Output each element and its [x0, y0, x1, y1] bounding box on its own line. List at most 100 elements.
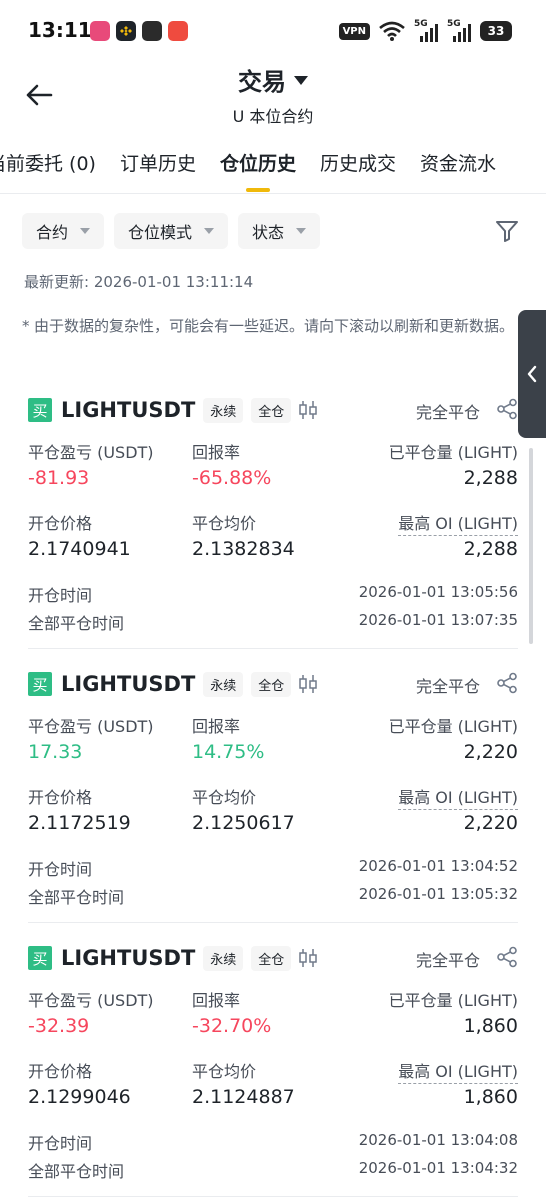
avg-close-price-value: 2.1382834 — [192, 538, 295, 560]
filter-contract[interactable]: 合约 — [22, 213, 105, 249]
scrollbar[interactable] — [529, 448, 533, 644]
share-icon[interactable] — [496, 672, 518, 694]
side-badge: 买 — [28, 398, 52, 422]
filter-icon[interactable] — [494, 218, 520, 244]
status-bar: 13:11 VPN 5G 5G 33 — [0, 0, 546, 64]
symbol[interactable]: LIGHTUSDT — [61, 672, 195, 696]
contract-type-tag: 永续 — [203, 671, 244, 697]
roi-value: 14.75% — [192, 741, 265, 763]
max-oi-label[interactable]: 最高 OI (LIGHT) — [398, 784, 518, 810]
open-time-label: 开仓时间 — [28, 586, 93, 605]
caret-down-icon — [80, 228, 91, 234]
card-header: 买 LIGHTUSDT 永续 全仓 完全平仓 — [28, 945, 518, 971]
tab-order-history[interactable]: 订单历史 — [120, 148, 196, 192]
wifi-icon — [379, 21, 405, 41]
pnl-label: 平仓盈亏 (USDT) — [28, 443, 154, 462]
max-oi-value: 2,220 — [463, 812, 518, 834]
contract-type-tag: 永续 — [203, 397, 244, 423]
roi-value: -65.88% — [192, 467, 272, 489]
divider — [28, 648, 518, 649]
pnl-label: 平仓盈亏 (USDT) — [28, 717, 154, 736]
filter-status[interactable]: 状态 — [238, 213, 321, 249]
max-oi-label[interactable]: 最高 OI (LIGHT) — [398, 1058, 518, 1084]
margin-mode-tag: 全仓 — [251, 671, 292, 697]
side-drawer-handle[interactable] — [518, 310, 546, 438]
card-header: 买 LIGHTUSDT 永续 全仓 完全平仓 — [28, 671, 518, 697]
candlestick-chart-icon[interactable] — [297, 948, 319, 968]
tab-bar: 当前委托 (0) 订单历史 仓位历史 历史成交 资金流水 — [0, 148, 496, 194]
closed-qty-value: 2,220 — [463, 741, 518, 763]
avg-close-price-value: 2.1124887 — [192, 1086, 295, 1108]
tab-position-history[interactable]: 仓位历史 — [220, 148, 296, 192]
divider — [28, 1196, 518, 1197]
pnl-label: 平仓盈亏 (USDT) — [28, 991, 154, 1010]
app-notification-icon — [142, 21, 162, 41]
filter-position-mode[interactable]: 仓位模式 — [114, 213, 229, 249]
page-header: 交易 U 本位合约 — [0, 62, 546, 127]
share-icon[interactable] — [496, 946, 518, 968]
symbol[interactable]: LIGHTUSDT — [61, 946, 195, 970]
close-status: 完全平仓 — [415, 677, 480, 696]
caret-down-icon — [294, 76, 308, 85]
max-oi-label[interactable]: 最高 OI (LIGHT) — [398, 510, 518, 536]
side-badge: 买 — [28, 946, 52, 970]
signal-icon: 5G — [447, 19, 471, 42]
roi-label: 回报率 — [192, 717, 241, 736]
open-time-label: 开仓时间 — [28, 1134, 93, 1153]
roi-value: -32.70% — [192, 1015, 272, 1037]
chevron-left-icon — [527, 365, 537, 383]
caret-down-icon — [296, 228, 307, 234]
tab-trade-history[interactable]: 历史成交 — [320, 148, 396, 192]
caret-down-icon — [204, 228, 215, 234]
entry-price-value: 2.1299046 — [28, 1086, 131, 1108]
pnl-value: -81.93 — [28, 467, 90, 489]
margin-mode-tag: 全仓 — [251, 945, 292, 971]
close-time-value: 2026-01-01 13:04:32 — [358, 1159, 518, 1177]
closed-qty-value: 2,288 — [463, 467, 518, 489]
app-notification-icon — [90, 21, 110, 41]
close-time-label: 全部平仓时间 — [28, 1162, 125, 1181]
share-icon[interactable] — [496, 398, 518, 420]
avg-close-price-value: 2.1250617 — [192, 812, 295, 834]
pnl-value: -32.39 — [28, 1015, 90, 1037]
binance-notification-icon — [116, 21, 136, 41]
roi-label: 回报率 — [192, 443, 241, 462]
tab-transaction-history[interactable]: 资金流水 — [420, 148, 496, 192]
app-notification-icon — [168, 21, 188, 41]
closed-qty-label: 已平仓量 (LIGHT) — [388, 443, 518, 462]
close-status: 完全平仓 — [415, 403, 480, 422]
symbol[interactable]: LIGHTUSDT — [61, 398, 195, 422]
avg-close-price-label: 平仓均价 — [192, 788, 257, 807]
filter-bar: 合约 仓位模式 状态 — [22, 213, 321, 249]
position-card: 买 LIGHTUSDT 永续 全仓 完全平仓 平仓盈亏 (USDT) 回报率 已… — [28, 671, 518, 923]
open-time-value: 2026-01-01 13:05:56 — [358, 583, 518, 601]
candlestick-chart-icon[interactable] — [297, 674, 319, 694]
candlestick-chart-icon[interactable] — [297, 400, 319, 420]
open-time-label: 开仓时间 — [28, 860, 93, 879]
status-time: 13:11 — [28, 18, 92, 42]
open-time-value: 2026-01-01 13:04:08 — [358, 1131, 518, 1149]
closed-qty-label: 已平仓量 (LIGHT) — [388, 717, 518, 736]
margin-mode-tag: 全仓 — [251, 397, 292, 423]
status-indicators: VPN 5G 5G 33 — [338, 19, 512, 42]
page-title[interactable]: 交易 — [238, 62, 308, 97]
entry-price-label: 开仓价格 — [28, 514, 93, 533]
closed-qty-value: 1,860 — [463, 1015, 518, 1037]
notice-mark: * — [22, 317, 30, 335]
entry-price-value: 2.1172519 — [28, 812, 131, 834]
entry-price-label: 开仓价格 — [28, 1062, 93, 1081]
avg-close-price-label: 平仓均价 — [192, 1062, 257, 1081]
notice-text: 由于数据的复杂性，可能会有一些延迟。请向下滚动以刷新和更新数据。 — [34, 317, 515, 335]
close-time-value: 2026-01-01 13:05:32 — [358, 885, 518, 903]
side-badge: 买 — [28, 672, 52, 696]
open-time-value: 2026-01-01 13:04:52 — [358, 857, 518, 875]
pnl-value: 17.33 — [28, 741, 83, 763]
tab-open-orders[interactable]: 当前委托 (0) — [0, 148, 96, 192]
notification-icons — [90, 21, 188, 41]
contract-type-tag: 永续 — [203, 945, 244, 971]
entry-price-value: 2.1740941 — [28, 538, 131, 560]
last-updated: 最新更新: 2026-01-01 13:11:14 — [24, 273, 254, 291]
signal-icon: 5G — [414, 19, 438, 42]
close-time-label: 全部平仓时间 — [28, 888, 125, 907]
closed-qty-label: 已平仓量 (LIGHT) — [388, 991, 518, 1010]
